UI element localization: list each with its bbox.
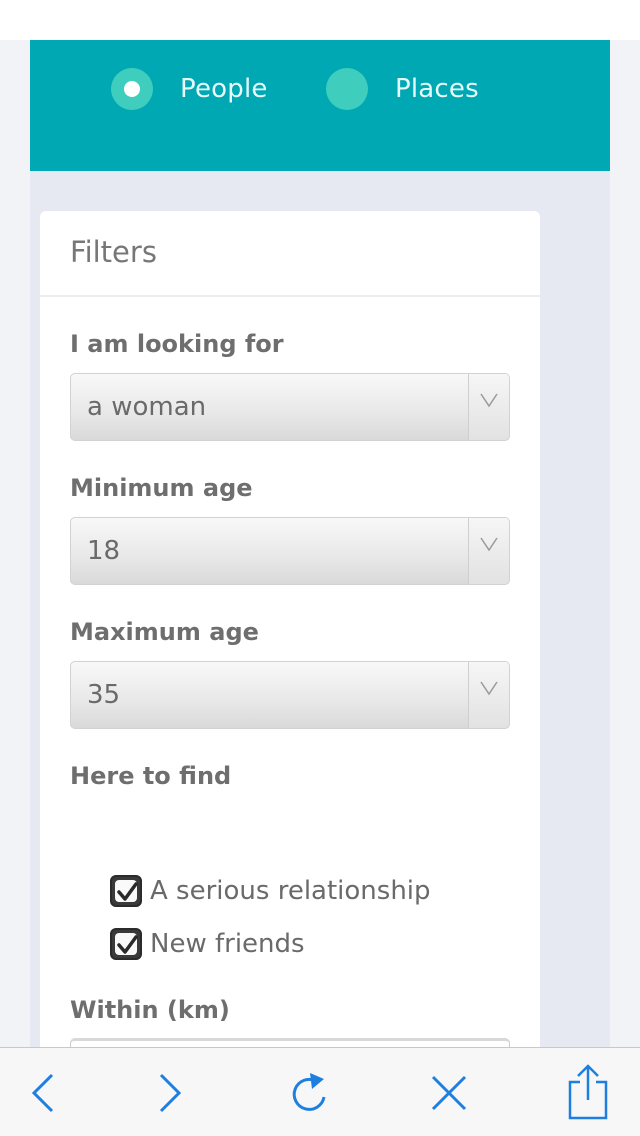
min-age-select[interactable]: 18 bbox=[70, 517, 510, 585]
search-mode-bar: People Places bbox=[30, 40, 610, 171]
filters-title: Filters bbox=[70, 235, 157, 269]
filters-card: Filters I am looking for a woman Minimum… bbox=[40, 211, 540, 1048]
max-age-value: 35 bbox=[87, 680, 121, 710]
reload-button[interactable] bbox=[280, 1048, 340, 1136]
radio-places[interactable]: Places bbox=[326, 68, 479, 110]
here-to-find-label: Here to find bbox=[70, 762, 232, 790]
radio-places-indicator[interactable] bbox=[326, 68, 368, 110]
close-icon bbox=[431, 1075, 467, 1110]
checkbox-serious-relationship[interactable]: A serious relationship bbox=[110, 874, 431, 908]
chevron-down-icon bbox=[468, 662, 509, 728]
forward-icon bbox=[159, 1073, 182, 1112]
checkbox-checked-icon[interactable] bbox=[110, 928, 142, 960]
back-button[interactable] bbox=[13, 1048, 73, 1136]
looking-for-select[interactable]: a woman bbox=[70, 373, 510, 441]
browser-page: People Places Filters I am looking for a… bbox=[0, 0, 640, 1136]
new-friends-label: New friends bbox=[150, 929, 305, 959]
radio-people-indicator[interactable] bbox=[111, 68, 153, 110]
looking-for-label: I am looking for bbox=[70, 330, 284, 358]
share-icon bbox=[568, 1063, 608, 1119]
forward-button[interactable] bbox=[140, 1048, 200, 1136]
radio-people[interactable]: People bbox=[111, 68, 268, 110]
share-button[interactable] bbox=[558, 1048, 618, 1136]
close-button[interactable] bbox=[419, 1048, 479, 1136]
radio-people-label: People bbox=[180, 74, 268, 104]
checkbox-checked-icon[interactable] bbox=[110, 875, 142, 907]
chevron-down-icon bbox=[468, 374, 509, 440]
looking-for-value: a woman bbox=[87, 392, 207, 422]
min-age-label: Minimum age bbox=[70, 474, 253, 502]
serious-relationship-label: A serious relationship bbox=[150, 876, 431, 906]
back-icon bbox=[31, 1073, 54, 1112]
max-age-select[interactable]: 35 bbox=[70, 661, 510, 729]
max-age-label: Maximum age bbox=[70, 618, 259, 646]
within-km-label: Within (km) bbox=[70, 996, 230, 1024]
checkbox-new-friends[interactable]: New friends bbox=[110, 927, 305, 961]
chevron-down-icon bbox=[468, 518, 509, 584]
min-age-value: 18 bbox=[87, 536, 121, 566]
reload-icon bbox=[292, 1072, 326, 1111]
web-content: People Places Filters I am looking for a… bbox=[0, 40, 640, 1048]
radio-selected-dot bbox=[124, 81, 140, 97]
browser-toolbar bbox=[0, 1047, 640, 1136]
filters-header: Filters bbox=[40, 211, 540, 297]
radio-places-label: Places bbox=[395, 74, 479, 104]
